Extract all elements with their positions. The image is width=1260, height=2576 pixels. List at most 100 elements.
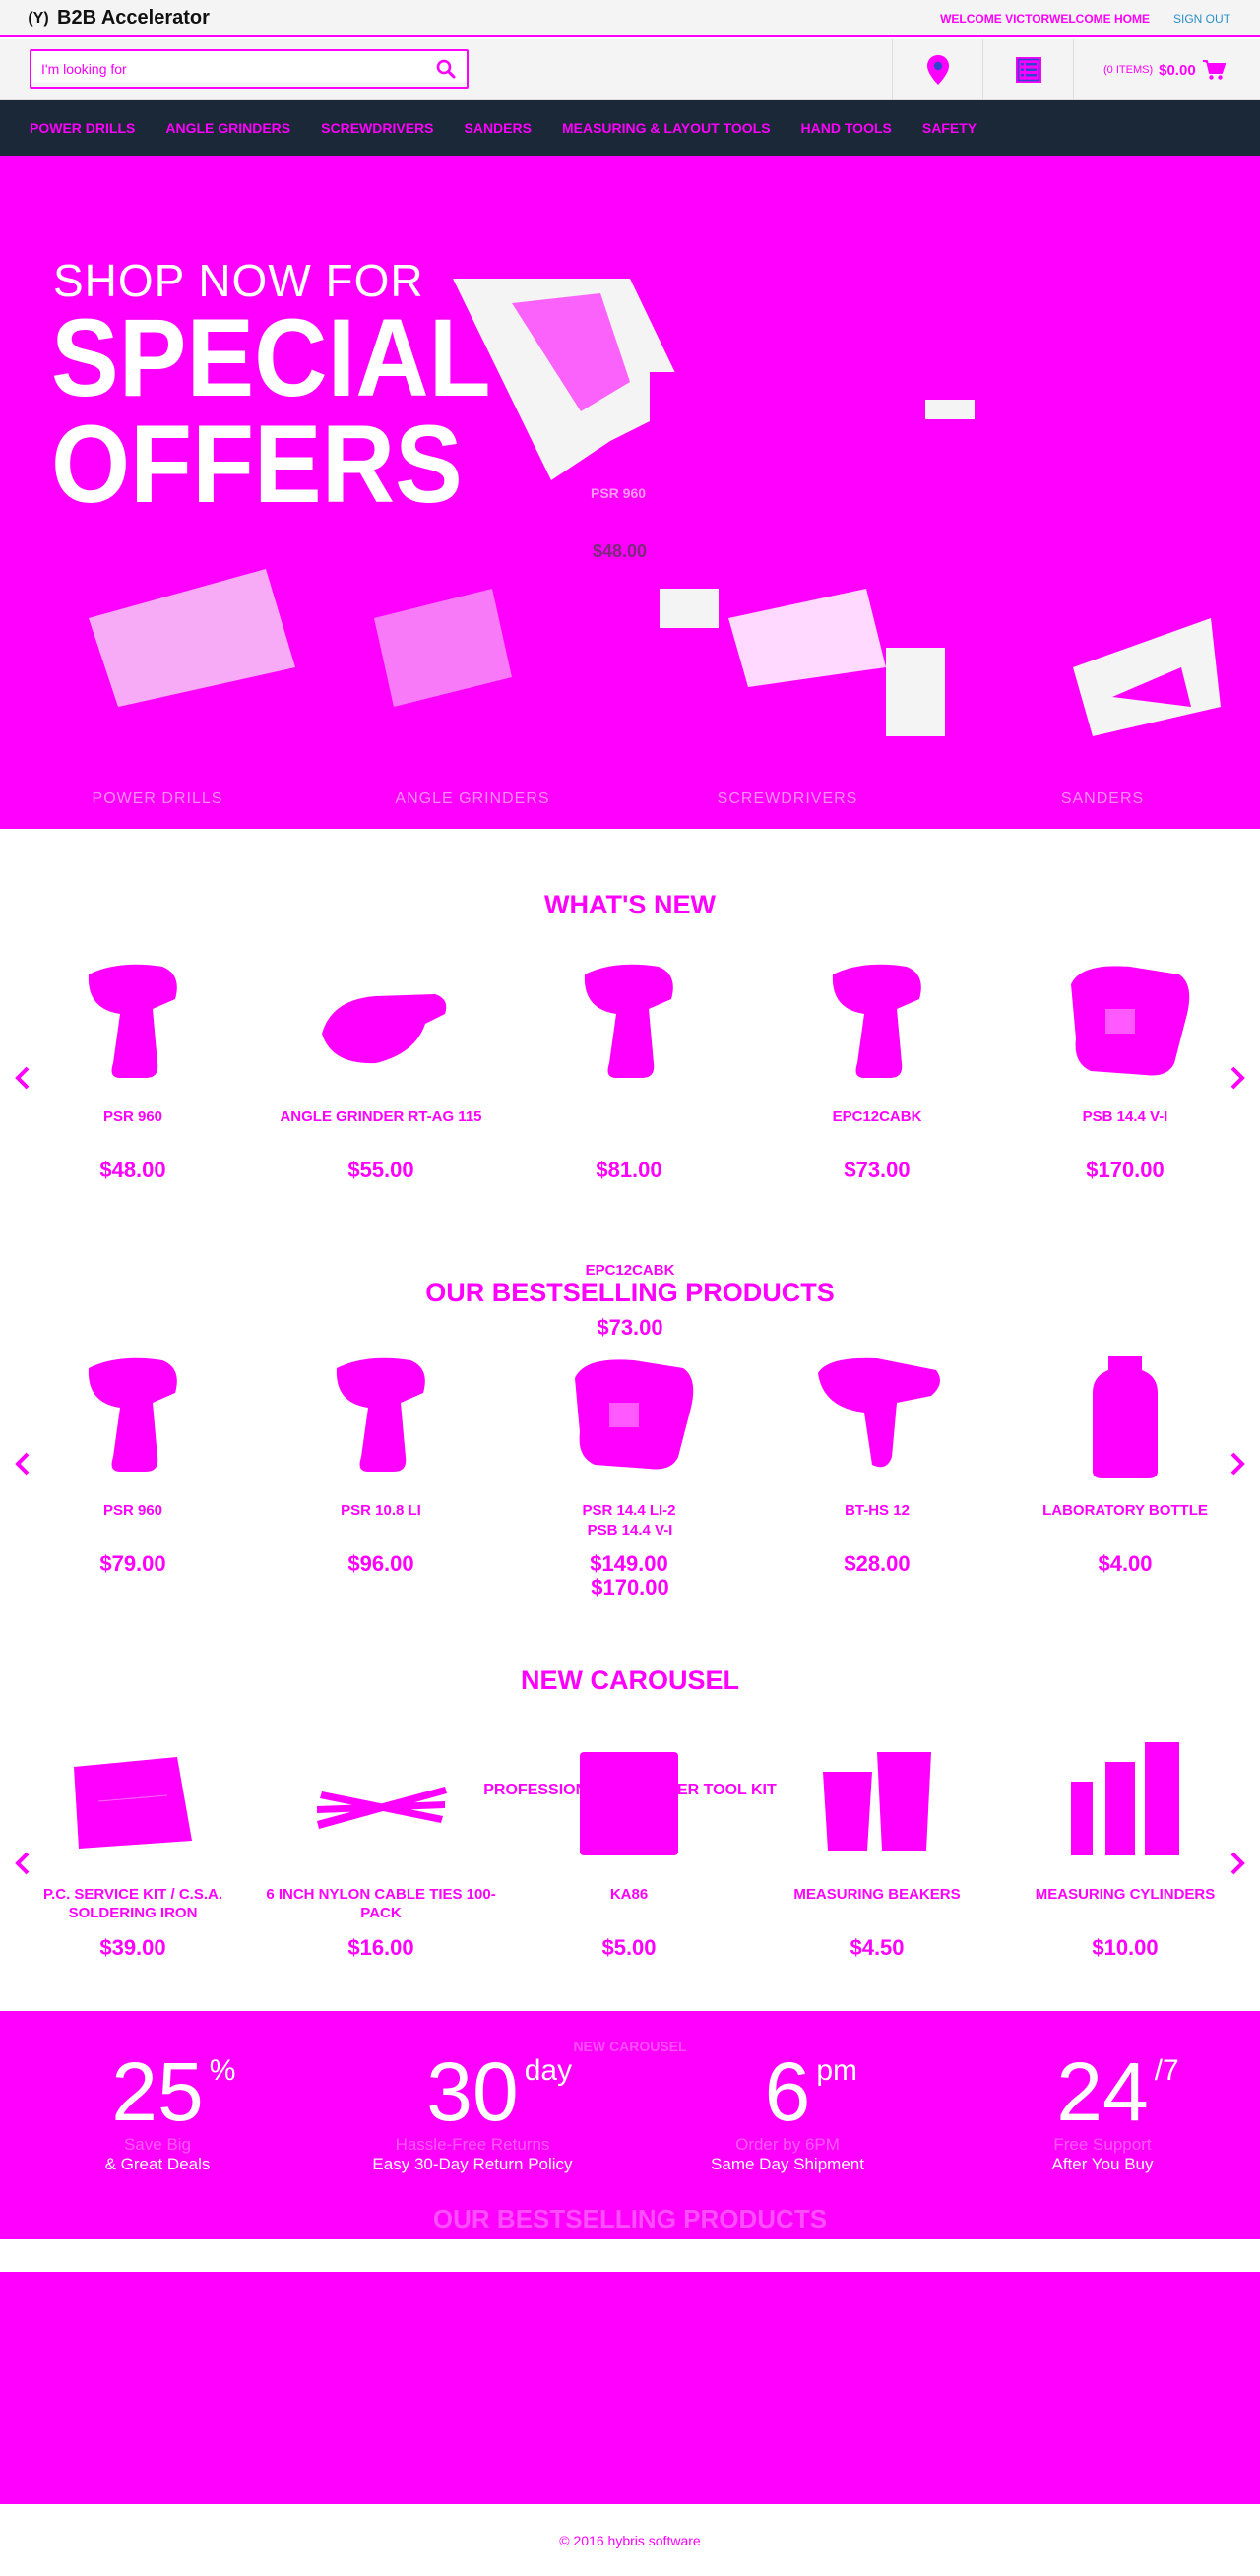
product-card[interactable]: P.C. SERVICE KIT / C.S.A. SOLDERING IRON… xyxy=(10,1732,256,1969)
quick-order-button[interactable] xyxy=(982,39,1073,100)
hero-title-line1: SPECIAL xyxy=(51,296,491,419)
hero-category-angle-grinders[interactable]: ANGLE GRINDERS xyxy=(315,790,630,808)
product-name[interactable]: MEASURING BEAKERS xyxy=(754,1885,1000,1904)
product-name[interactable]: PSB 14.4 V-I xyxy=(1002,1107,1248,1126)
product-image[interactable] xyxy=(803,955,951,1093)
product-image[interactable] xyxy=(59,1732,207,1870)
brand-mark-icon: (Y) xyxy=(28,9,49,27)
perk-unit: /7 xyxy=(1154,2054,1179,2087)
mini-cart[interactable]: (0 ITEMS) $0.00 xyxy=(1073,39,1260,100)
product-image[interactable] xyxy=(555,1349,703,1486)
product-name[interactable]: EPC12CABK xyxy=(754,1107,1000,1126)
product-price: $39.00 xyxy=(99,1935,166,1960)
bestselling-title: OUR BESTSELLING PRODUCTS xyxy=(425,1278,835,1307)
product-card[interactable]: PSB 14.4 V-I $170.00 xyxy=(1002,955,1248,1191)
hero-category-sanders[interactable]: SANDERS xyxy=(945,790,1260,808)
category-nav: POWER DRILLS ANGLE GRINDERS SCREWDRIVERS SA… xyxy=(0,100,1260,156)
product-name[interactable]: PSR 960 xyxy=(10,1501,256,1520)
hero-category-power-drills[interactable]: POWER DRILLS xyxy=(0,790,315,808)
product-card[interactable]: MEASURING CYLINDERS $10.00 xyxy=(1002,1732,1248,1969)
product-card[interactable]: BT-HS 12 $28.00 xyxy=(754,1349,1000,1585)
product-price: $96.00 xyxy=(347,1551,414,1576)
product-name[interactable]: PSR 10.8 LI xyxy=(258,1501,504,1520)
account-links: WELCOME VICTORWELCOME HOME SIGN OUT xyxy=(940,12,1230,26)
perk-description: Easy 30-Day Return Policy xyxy=(372,2155,573,2173)
product-card[interactable]: MEASURING BEAKERS $4.50 xyxy=(754,1732,1000,1969)
product-card[interactable]: LABORATORY BOTTLE $4.00 xyxy=(1002,1349,1248,1585)
product-card[interactable]: EPC12CABK $73.00 xyxy=(754,955,1000,1191)
hero-promo-product-price: $48.00 xyxy=(593,541,648,561)
product-name[interactable]: ANGLE GRINDER RT-AG 115 xyxy=(258,1107,504,1126)
perk-number: 25% xyxy=(111,2045,236,2138)
product-card[interactable]: PSR 960 $79.00 xyxy=(10,1349,256,1585)
product-image[interactable] xyxy=(1051,1349,1199,1486)
brand-name: B2B Accelerator xyxy=(57,7,210,29)
nav-item-power-drills[interactable]: POWER DRILLS xyxy=(30,120,135,136)
nav-item-sanders[interactable]: SANDERS xyxy=(465,120,532,136)
product-image[interactable] xyxy=(803,1732,951,1870)
product-name[interactable]: 6 INCH NYLON CABLE TIES 100-PACK xyxy=(258,1885,504,1922)
product-image[interactable] xyxy=(1051,955,1199,1093)
nav-item-measuring-layout-tools[interactable]: MEASURING & LAYOUT TOOLS xyxy=(562,120,771,136)
perk-item: 24/7 Free Support After You Buy xyxy=(945,2050,1260,2174)
product-card[interactable]: PSR 14.4 LI-2 $149.00 xyxy=(506,1349,752,1585)
product-name[interactable]: LABORATORY BOTTLE xyxy=(1002,1501,1248,1520)
product-name[interactable]: MEASURING CYLINDERS xyxy=(1002,1885,1248,1904)
product-name[interactable]: PSR 14.4 LI-2 xyxy=(506,1501,752,1520)
nav-item-screwdrivers[interactable]: SCREWDRIVERS xyxy=(321,120,433,136)
brand-logo[interactable]: (Y) B2B Accelerator xyxy=(28,7,210,30)
nav-item-safety[interactable]: SAFETY xyxy=(922,120,976,136)
search-icon[interactable] xyxy=(435,58,457,80)
product-image[interactable] xyxy=(1051,1732,1199,1870)
product-card[interactable]: $81.00 xyxy=(506,955,752,1191)
perks-band-ghost-subtitle: OUR BESTSELLING PRODUCTS xyxy=(432,2204,828,2233)
perk-description: After You Buy xyxy=(1051,2155,1154,2173)
product-image[interactable] xyxy=(555,1732,703,1870)
hero-category-screwdrivers[interactable]: SCREWDRIVERS xyxy=(630,790,945,808)
bestselling-carousel: $73.00 OUR BESTSELLING PRODUCTS PSR 960 $… xyxy=(0,1274,1260,1628)
store-locator-button[interactable] xyxy=(892,39,982,100)
perk-number: 24/7 xyxy=(1056,2045,1179,2138)
product-price: $28.00 xyxy=(844,1551,911,1576)
search-input[interactable] xyxy=(41,59,425,79)
perk-number: 30 day xyxy=(426,2045,573,2138)
product-image[interactable] xyxy=(59,955,207,1093)
perk-unit: % xyxy=(209,2054,236,2087)
hero-banner[interactable]: SHOP NOW FOR SPECIAL OFFERS PSR 960 $48.… xyxy=(0,156,1260,829)
product-price: $79.00 xyxy=(99,1551,166,1576)
product-name[interactable]: BT-HS 12 xyxy=(754,1501,1000,1520)
whats-new-title: WHAT'S NEW xyxy=(544,890,716,919)
product-card[interactable]: PSR 960 $48.00 xyxy=(10,955,256,1191)
new-carousel: NEW CAROUSEL PROFESSIONAL INSTALLER TOOL… xyxy=(0,1634,1260,2008)
top-bar: (Y) B2B Accelerator WELCOME VICTORWELCOM… xyxy=(0,0,1260,37)
sign-out-link[interactable]: SIGN OUT xyxy=(1173,12,1230,26)
product-name[interactable]: P.C. SERVICE KIT / C.S.A. SOLDERING IRON xyxy=(10,1885,256,1922)
product-card[interactable]: KA86 $5.00 xyxy=(506,1732,752,1969)
product-card[interactable]: PSR 10.8 LI $96.00 xyxy=(258,1349,504,1585)
product-price: $55.00 xyxy=(347,1158,414,1182)
product-image[interactable] xyxy=(803,1349,951,1486)
product-name[interactable]: KA86 xyxy=(506,1885,752,1904)
product-image[interactable] xyxy=(59,1349,207,1486)
product-price: $10.00 xyxy=(1092,1935,1159,1960)
product-card[interactable]: 6 INCH NYLON CABLE TIES 100-PACK $16.00 xyxy=(258,1732,504,1969)
hero-promo-product-name: PSR 960 xyxy=(591,485,647,501)
perks-band: NEW CAROUSEL OUR BESTSELLING PRODUCTS 25… xyxy=(0,2011,1260,2239)
nav-item-hand-tools[interactable]: HAND TOOLS xyxy=(801,120,892,136)
perk-number: 6 pm xyxy=(764,2045,858,2138)
whats-new-carousel: WHAT'S NEW PSR 960 $48.00 ANGLE GRINDER RT… xyxy=(0,829,1260,1291)
nav-item-angle-grinders[interactable]: ANGLE GRINDERS xyxy=(165,120,290,136)
perk-caption: Save Big xyxy=(123,2135,192,2154)
product-name[interactable]: PSR 960 xyxy=(10,1107,256,1126)
product-image[interactable] xyxy=(307,1349,455,1486)
hero-title-line2: OFFERS xyxy=(51,403,463,526)
search-row: (0 ITEMS) $0.00 xyxy=(0,39,1260,100)
product-image[interactable] xyxy=(307,955,455,1093)
footer-panel xyxy=(0,2272,1260,2504)
product-card[interactable]: ANGLE GRINDER RT-AG 115 $55.00 xyxy=(258,955,504,1191)
product-image[interactable] xyxy=(307,1732,455,1870)
product-image[interactable] xyxy=(555,955,703,1093)
perk-item: 6 pm Order by 6PM Same Day Shipment xyxy=(630,2050,945,2174)
new-carousel-title: NEW CAROUSEL xyxy=(521,1665,739,1695)
search-box xyxy=(30,49,469,89)
